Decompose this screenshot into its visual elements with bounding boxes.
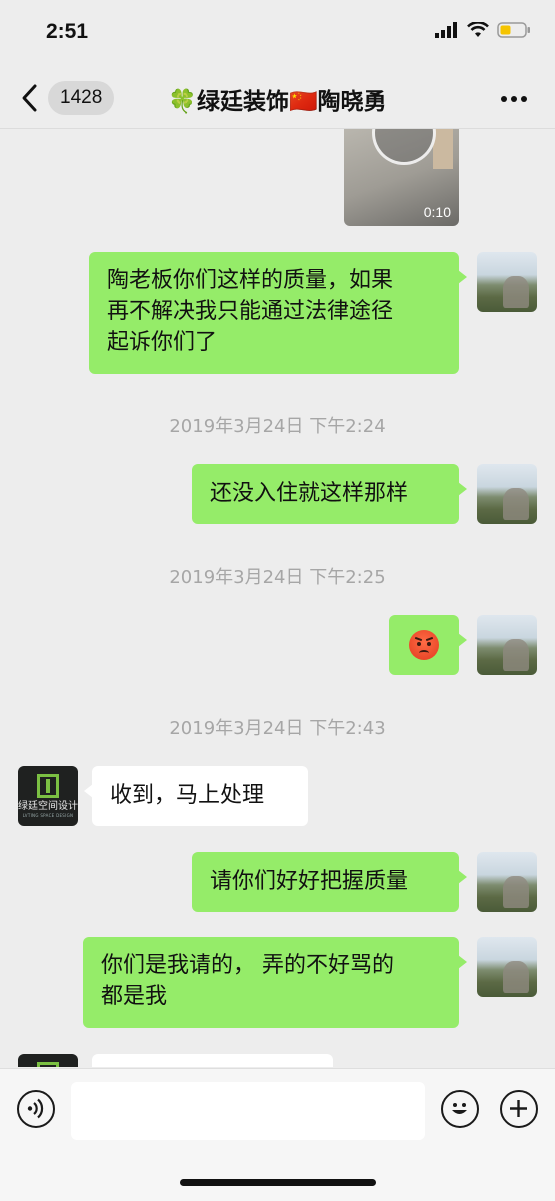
message-text-line: 再不解决我只能通过法律途径 [107,299,394,324]
contact-message-bubble[interactable]: 收到，马上处理 [84,766,308,826]
video-frame [433,129,453,169]
message-input[interactable] [71,1082,425,1140]
message-timestamp: 2019年3月24日 下午2:25 [169,567,386,588]
avatar-logo-subtext: LVTING SPACE DESIGN [22,813,74,818]
my-message-bubble[interactable]: 还没入住就这样那样 [192,464,467,524]
my-avatar[interactable] [477,615,537,675]
my-avatar[interactable] [477,852,537,912]
voice-input-button[interactable] [17,1090,55,1128]
status-time: 2:51 [46,20,89,43]
message-list[interactable]: 0:10 陶老板你们这样的质量，如果 再不解决我只能通过法律途径 起诉你们了 2… [0,129,555,1067]
more-options-icon[interactable] [501,96,527,102]
my-message-bubble[interactable]: 你们是我请的， 弄的不好骂的 都是我 [83,937,467,1028]
emoji-button[interactable] [441,1090,479,1128]
video-message[interactable]: 0:10 [344,129,459,226]
angry-face-icon [409,630,439,660]
avatar-logo-text: 绿廷空间设计 [18,801,78,812]
message-text-line: 你们是我请的， 弄的不好骂的 [101,953,394,978]
my-message-bubble[interactable]: 请你们好好把握质量 [192,852,467,912]
smiley-icon [452,1103,467,1114]
play-icon[interactable] [372,129,436,165]
message-text-line: 陶老板你们这样的质量，如果 [107,268,394,293]
message-text-line: 都是我 [101,984,168,1009]
my-avatar[interactable] [477,464,537,524]
contact-avatar[interactable]: 绿廷空间设计 LVTING SPACE DESIGN [18,766,78,826]
message-text: 请你们好好把握质量 [210,869,409,894]
my-avatar[interactable] [477,937,537,997]
message-text-line: 起诉你们了 [107,330,218,355]
wifi-icon [467,22,489,37]
signal-icon [435,22,457,38]
home-indicator[interactable] [180,1179,376,1186]
my-avatar[interactable] [477,252,537,312]
logo-icon [37,774,59,798]
message-text: 收到，马上处理 [110,783,265,808]
logo-icon [37,1062,59,1067]
plus-icon [510,1100,527,1117]
message-timestamp: 2019年3月24日 下午2:43 [169,718,386,739]
chat-header: 1428 🍀绿廷装饰🇨🇳陶晓勇 [0,70,555,129]
battery-icon [497,22,530,38]
more-functions-button[interactable] [500,1090,538,1128]
my-message-bubble[interactable]: 陶老板你们这样的质量，如果 再不解决我只能通过法律途径 起诉你们了 [89,252,467,374]
voice-icon [27,1098,44,1119]
my-message-bubble[interactable] [389,615,467,675]
status-icons [435,22,531,38]
video-duration: 0:10 [423,204,451,220]
status-bar: 2:51 [0,0,555,70]
contact-avatar[interactable] [18,1054,78,1067]
chat-title: 🍀绿廷装饰🇨🇳陶晓勇 [168,89,387,115]
contact-message-bubble[interactable] [92,1054,333,1067]
message-timestamp: 2019年3月24日 下午2:24 [169,416,386,437]
message-text: 还没入住就这样那样 [210,481,409,506]
